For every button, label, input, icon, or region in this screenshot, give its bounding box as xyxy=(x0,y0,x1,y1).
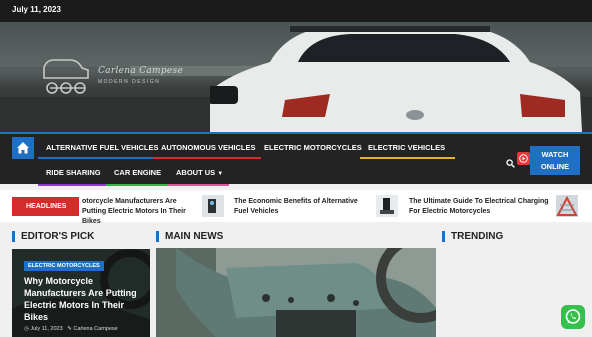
nav-label: AUTONOMOUS VEHICLES xyxy=(161,143,256,152)
ticker-thumbnail-2[interactable] xyxy=(376,195,398,217)
nav-label: ABOUT US xyxy=(176,168,216,177)
ticker-item-2[interactable]: The Economic Benefits of Alternative Fue… xyxy=(234,197,369,217)
nav-underline xyxy=(38,184,111,186)
whatsapp-button[interactable] xyxy=(561,305,585,329)
editors-pick-heading: EDITOR'S PICK xyxy=(12,231,94,242)
article-date: July 11, 2023 xyxy=(30,326,63,332)
trending-heading: TRENDING xyxy=(442,231,503,242)
clock-icon: ◷ xyxy=(24,326,29,332)
article-title[interactable]: Why Motorcycle Manufacturers Are Putting… xyxy=(24,275,142,323)
author-icon: ✎ xyxy=(67,326,72,332)
nav-label: ALTERNATIVE FUEL VEHICLES xyxy=(46,143,159,152)
nav-car-engine[interactable]: CAR ENGINE xyxy=(106,168,170,186)
ticker-thumbnail-3[interactable] xyxy=(556,195,578,217)
nav-ride-sharing[interactable]: RIDE SHARING xyxy=(38,168,111,186)
play-icon xyxy=(519,154,528,163)
search-button[interactable] xyxy=(506,155,515,173)
category-badge[interactable]: ELECTRIC MOTORCYCLES xyxy=(24,261,104,271)
logo-title: Carlena Campese xyxy=(98,66,184,76)
nav-label: CAR ENGINE xyxy=(114,168,162,177)
main-news-image[interactable] xyxy=(156,248,436,337)
main-news-heading: MAIN NEWS xyxy=(156,231,223,242)
ticker-item-3[interactable]: The Ultimate Guide To Electrical Chargin… xyxy=(409,197,549,217)
article-author[interactable]: Carlena Campese xyxy=(73,326,117,332)
nav-electric-motorcycles[interactable]: ELECTRIC MOTORCYCLES xyxy=(264,143,362,152)
headlines-ticker: HEADLINES otorcycle Manufacturers Are Pu… xyxy=(0,190,592,225)
home-button[interactable] xyxy=(12,137,34,159)
nav-underline xyxy=(153,157,262,159)
article-meta: ◷ July 11, 2023 ✎ Carlena Campese xyxy=(24,326,118,332)
nav-electric-vehicles[interactable]: ELECTRIC VEHICLES xyxy=(360,143,456,159)
logo-subtitle: MODERN DESIGN xyxy=(98,79,161,85)
top-bar: July 11, 2023 xyxy=(0,0,592,22)
editors-pick-card[interactable]: ELECTRIC MOTORCYCLES Why Motorcycle Manu… xyxy=(12,249,150,337)
car-logo-icon xyxy=(43,59,89,94)
nav-label: ELECTRIC MOTORCYCLES xyxy=(264,143,362,152)
nav-autonomous-vehicles[interactable]: AUTONOMOUS VEHICLES xyxy=(153,143,262,159)
ebike-frame-image xyxy=(156,248,436,337)
nav-underline xyxy=(38,157,165,159)
search-icon xyxy=(506,159,515,168)
main-navigation: ALTERNATIVE FUEL VEHICLES AUTONOMOUS VEH… xyxy=(0,132,592,186)
headlines-label: HEADLINES xyxy=(12,197,79,216)
nav-about-us[interactable]: ABOUT US ▼ xyxy=(168,168,230,186)
nav-alternative-fuel-vehicles[interactable]: ALTERNATIVE FUEL VEHICLES xyxy=(38,143,165,159)
ticker-item-1[interactable]: otorcycle Manufacturers Are Putting Elec… xyxy=(82,197,197,227)
watch-online-button[interactable]: WATCH ONLINE xyxy=(530,146,580,175)
header-banner: Carlena Campese MODERN DESIGN xyxy=(0,22,592,132)
nav-label: RIDE SHARING xyxy=(46,168,101,177)
car-image xyxy=(210,26,582,132)
site-logo[interactable]: Carlena Campese MODERN DESIGN xyxy=(40,52,190,102)
nav-underline xyxy=(360,157,456,159)
chevron-down-icon: ▼ xyxy=(217,171,224,177)
nav-underline xyxy=(168,184,230,186)
nav-label: ELECTRIC VEHICLES xyxy=(368,143,446,152)
youtube-button[interactable] xyxy=(517,152,530,165)
ticker-thumbnail-1[interactable] xyxy=(202,195,224,217)
whatsapp-icon xyxy=(565,309,581,324)
home-icon xyxy=(17,142,29,154)
current-date: July 11, 2023 xyxy=(12,5,61,14)
nav-underline xyxy=(106,184,170,186)
